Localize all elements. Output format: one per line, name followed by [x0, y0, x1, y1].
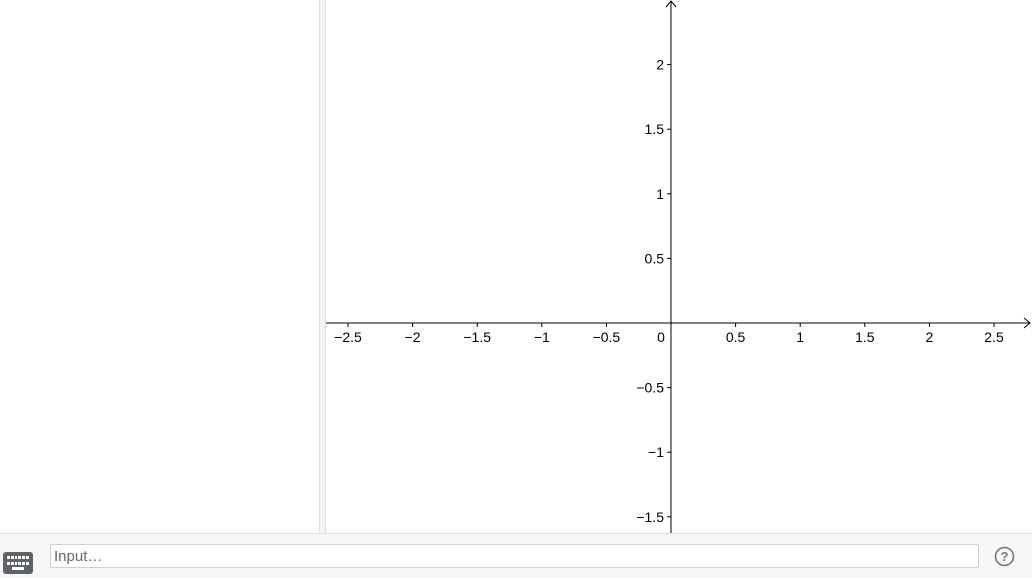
x-tick-label: −2 — [405, 329, 421, 345]
graphics-view[interactable]: −2.5 −2 −1.5 −1 −0.5 0.5 1 1.5 2 2.5 2 1.5 1 0.5 −0.5 −… — [326, 0, 1032, 533]
x-tick-label: 2.5 — [984, 329, 1004, 345]
input-bar: ? — [0, 533, 1032, 578]
keyboard-icon[interactable] — [3, 552, 33, 574]
help-icon[interactable]: ? — [994, 546, 1015, 567]
x-tick-label: 1.5 — [855, 329, 875, 345]
x-tick-label: 0.5 — [726, 329, 746, 345]
x-tick-label: −0.5 — [593, 329, 621, 345]
origin-label: 0 — [657, 329, 665, 345]
y-tick-label: 0.5 — [645, 250, 665, 266]
y-tick-label: −1.5 — [636, 509, 664, 525]
graph-canvas[interactable]: −2.5 −2 −1.5 −1 −0.5 0.5 1 1.5 2 2.5 2 1.5 1 0.5 −0.5 −… — [326, 0, 1032, 533]
input-field[interactable] — [50, 544, 979, 568]
algebra-view[interactable] — [0, 0, 319, 533]
x-tick-label: 2 — [926, 329, 934, 345]
svg-text:?: ? — [1001, 549, 1009, 564]
y-tick-label: 1 — [656, 186, 664, 202]
x-tick-label: −1 — [534, 329, 550, 345]
y-tick-label: 1.5 — [645, 121, 665, 137]
y-tick-label: 2 — [656, 57, 664, 73]
y-tick-label: −1 — [648, 444, 664, 460]
x-tick-label: −1.5 — [463, 329, 491, 345]
x-tick-label: −2.5 — [334, 329, 362, 345]
view-splitter[interactable] — [319, 0, 326, 533]
x-tick-label: 1 — [796, 329, 804, 345]
y-tick-label: −0.5 — [636, 380, 664, 396]
